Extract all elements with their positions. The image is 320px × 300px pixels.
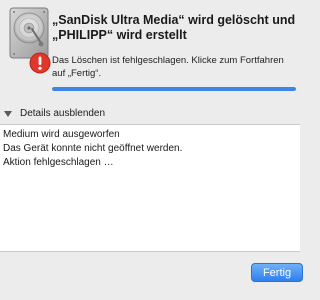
- dialog-message: Das Löschen ist fehlgeschlagen. Klicke z…: [52, 55, 284, 79]
- disclosure-triangle-icon[interactable]: [4, 110, 12, 117]
- details-toggle[interactable]: Details ausblenden: [0, 104, 300, 123]
- done-button[interactable]: Fertig: [251, 263, 303, 282]
- details-log: Medium wird ausgeworfen Das Gerät konnte…: [0, 124, 300, 252]
- log-line: Das Gerät konnte nicht geöffnet werden.: [3, 143, 183, 154]
- disk-error-icon-group: [8, 6, 51, 74]
- progress-bar: [52, 87, 296, 91]
- warning-badge-icon: [29, 52, 51, 74]
- log-line: Aktion fehlgeschlagen …: [3, 157, 114, 168]
- details-toggle-label[interactable]: Details ausblenden: [20, 108, 105, 119]
- dialog-title: „SanDisk Ultra Media“ wird gelöscht und …: [52, 13, 296, 42]
- log-line: Medium wird ausgeworfen: [3, 129, 120, 140]
- progress-fill: [52, 87, 296, 91]
- dialog-header: „SanDisk Ultra Media“ wird gelöscht und …: [0, 0, 300, 108]
